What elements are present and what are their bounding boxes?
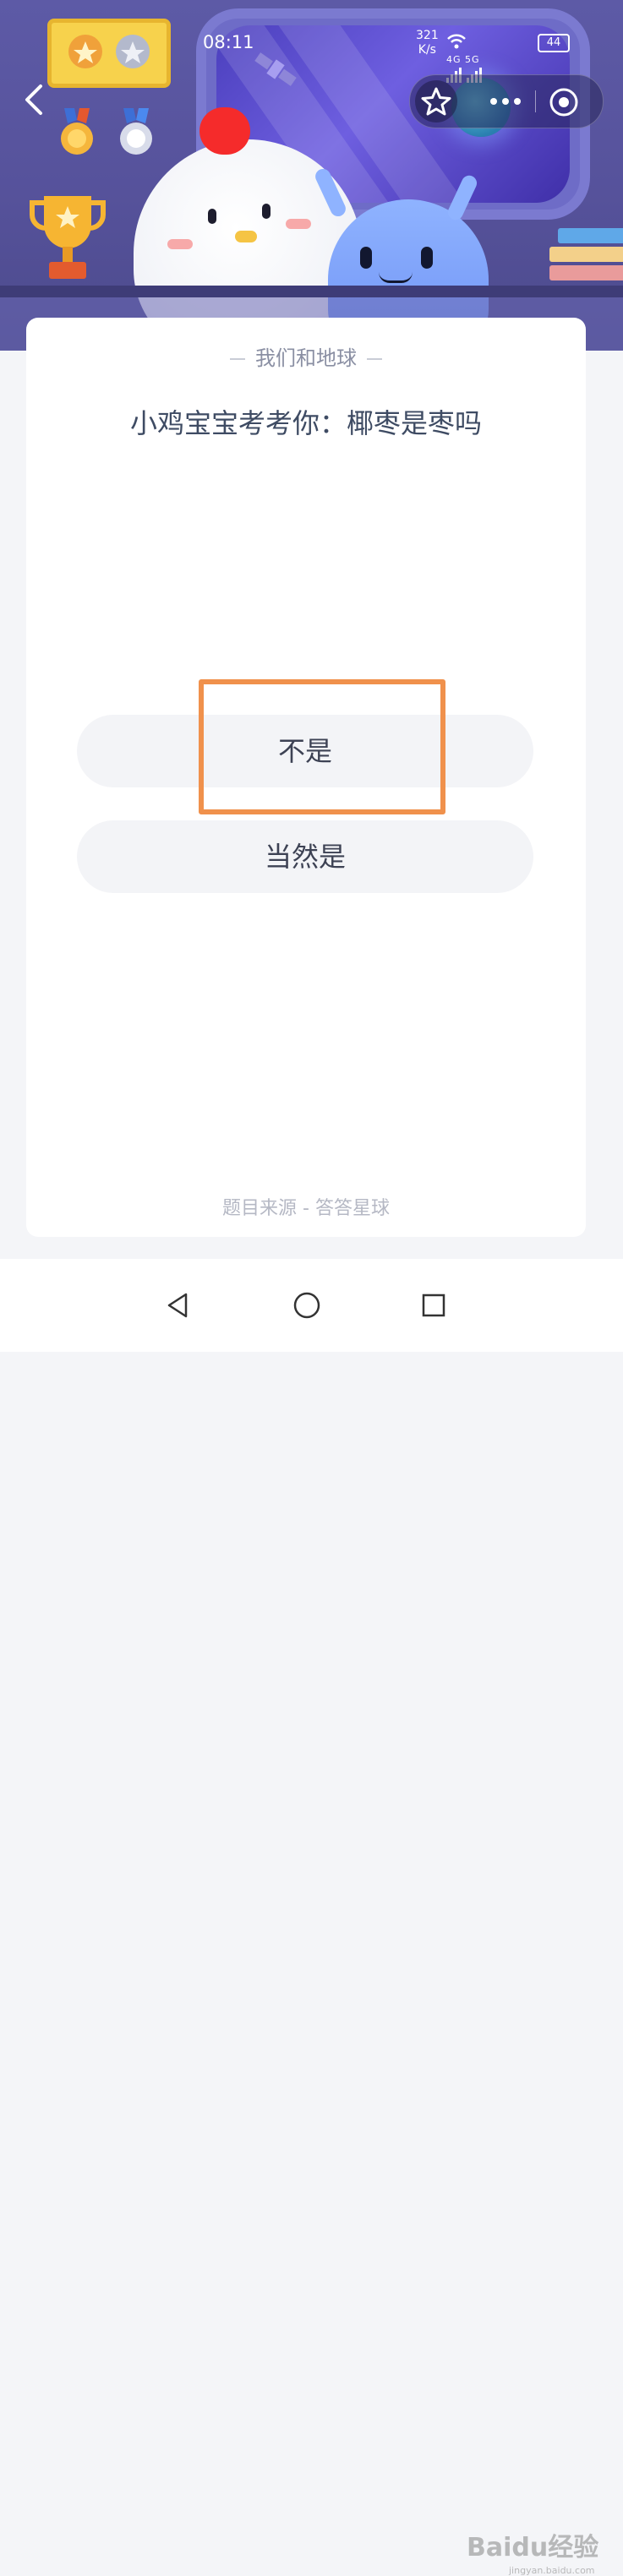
watermark-brand: Baidu经验 — [467, 2533, 599, 2562]
answer-highlight-box — [199, 679, 445, 814]
option-yes[interactable]: 当然是 — [77, 820, 533, 893]
title-dash-right — [367, 358, 382, 360]
star-icon — [421, 87, 451, 116]
shelf — [0, 286, 623, 297]
section-title: 我们和地球 — [26, 341, 586, 371]
capsule-divider — [535, 90, 536, 112]
nav-home-button[interactable] — [291, 1289, 323, 1321]
nav-recents-button[interactable] — [418, 1289, 450, 1321]
badge-frame — [47, 19, 171, 88]
section-title-text: 我们和地球 — [255, 346, 357, 370]
satellite-icon — [254, 52, 297, 86]
books-stack — [549, 228, 623, 280]
status-net-speed: 321 K/s — [416, 29, 439, 57]
trophy-icon — [30, 196, 106, 279]
triangle-back-icon — [167, 1293, 188, 1318]
more-button[interactable] — [476, 85, 535, 117]
status-time: 08:11 — [203, 32, 254, 52]
target-icon — [549, 88, 578, 117]
system-nav-bar: Baidu经验 jingyan.baidu.com — [0, 1259, 623, 2576]
back-button[interactable] — [19, 81, 52, 118]
circle-home-icon — [293, 1292, 320, 1319]
more-dots-icon — [490, 98, 521, 105]
close-program-button[interactable] — [547, 85, 581, 119]
signal-label: 4G 5G — [446, 53, 480, 65]
chevron-left-icon — [25, 84, 42, 115]
baidu-watermark: Baidu经验 jingyan.baidu.com — [467, 2526, 598, 2576]
watermark-url: jingyan.baidu.com — [509, 2565, 595, 2576]
battery-icon: 44 — [538, 34, 570, 52]
title-dash-left — [230, 358, 245, 360]
wifi-icon — [447, 34, 466, 48]
favorite-button[interactable] — [415, 80, 457, 123]
quiz-card: 我们和地球 小鸡宝宝考考你：椰枣是枣吗 不是 当然是 题目来源 - 答答星球 — [26, 318, 586, 1237]
mini-program-capsule — [409, 74, 604, 128]
question-source: 题目来源 - 答答星球 — [222, 1198, 390, 1219]
medal-icons — [68, 35, 150, 68]
question-text: 小鸡宝宝考考你：椰枣是枣吗 — [129, 407, 482, 439]
medal-silver-icon — [120, 108, 152, 155]
header-banner: 08:11 321 K/s 4G 5G 44 — [0, 0, 623, 351]
medal-gold-icon — [61, 108, 93, 155]
nav-back-button[interactable] — [162, 1289, 194, 1321]
square-recents-icon — [422, 1293, 445, 1317]
